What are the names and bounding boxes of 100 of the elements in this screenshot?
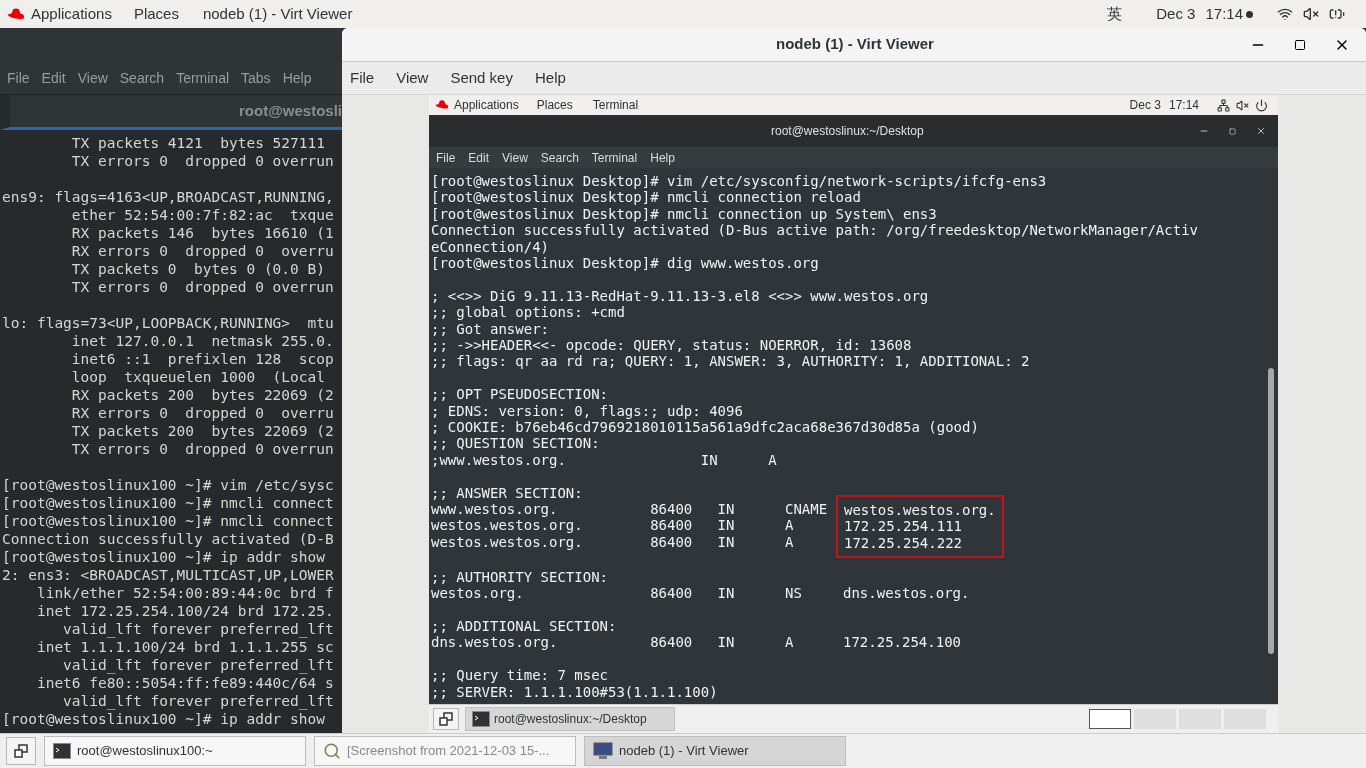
close-icon[interactable] — [1256, 126, 1266, 136]
terminal-line: RX packets 200 bytes 22069 (2 — [70, 386, 334, 404]
applications-menu[interactable]: Applications — [454, 96, 519, 114]
menu-item[interactable]: File — [436, 148, 456, 167]
places-menu[interactable]: Places — [133, 2, 179, 26]
magnifier-icon — [323, 742, 341, 760]
terminal-line: ;; OPT PSEUDOSECTION: — [431, 386, 608, 403]
terminal-line: eConnection/4) — [431, 238, 549, 256]
taskbar-window-button[interactable]: root@westoslinux100:~ — [44, 736, 306, 766]
monitor-icon — [593, 742, 613, 760]
menu-item[interactable]: View — [502, 148, 528, 167]
windows-icon — [14, 744, 28, 758]
workspace-button[interactable] — [1089, 709, 1131, 729]
record-value: 172.25.254.100 — [843, 634, 961, 651]
terminal-line: ens9: flags=4163<UP,BROADCAST,RUNNING, — [2, 188, 334, 206]
terminal-line: ;; global options: +cmd — [431, 304, 625, 321]
volume-muted-icon[interactable] — [1303, 6, 1319, 22]
terminal-line: ;; QUESTION SECTION: — [431, 435, 600, 452]
taskbar-window-button[interactable]: root@westoslinux:~/Desktop — [465, 707, 675, 731]
record-ttl: 86400 — [650, 501, 694, 518]
terminal-line: RX packets 146 bytes 16610 (1 — [70, 224, 334, 242]
show-desktop-button[interactable] — [433, 708, 459, 730]
record-name: westos.westos.org. — [431, 517, 584, 534]
menu-item[interactable]: Terminal — [591, 148, 638, 167]
terminal-line: ;; Query time: 7 msec — [431, 667, 608, 684]
scrollbar-thumb[interactable] — [1268, 368, 1274, 654]
clock-time[interactable]: 17:14 — [1168, 96, 1199, 114]
terminal-line: valid_lft forever preferred_lft — [62, 656, 334, 674]
terminal-line: ;; ->>HEADER<<- opcode: QUERY, status: NOERROR, id: 13608 — [431, 337, 912, 354]
terminal-line: TX packets 0 bytes 0 (0.0 B) — [70, 260, 325, 278]
terminal-line: ;www.westos.org. IN A — [431, 451, 777, 469]
menu-item[interactable]: Search — [540, 148, 579, 167]
record-value: 172.25.254.222 — [844, 534, 962, 552]
menu-item[interactable]: File — [7, 67, 30, 89]
record-ttl: 86400 — [650, 517, 694, 534]
record-class: IN — [717, 634, 736, 651]
maximize-icon[interactable] — [1294, 38, 1306, 51]
show-desktop-button[interactable] — [6, 737, 36, 765]
terminal-line: TX errors 0 dropped 0 overrun — [70, 278, 334, 296]
power-icon[interactable] — [1255, 98, 1268, 112]
terminal-icon — [53, 743, 71, 759]
menu-item[interactable]: Help — [534, 66, 566, 90]
terminal-menu[interactable]: Terminal — [592, 96, 639, 114]
terminal-line: ;; SERVER: 1.1.1.100#53(1.1.1.100) — [431, 683, 718, 700]
menu-item[interactable]: Tabs — [241, 67, 271, 89]
network-icon[interactable] — [1217, 98, 1230, 112]
record-class: IN — [717, 533, 736, 551]
record-ttl: 86400 — [650, 533, 694, 551]
terminal-line: valid_lft forever preferred_lft — [62, 620, 334, 638]
clock-date[interactable]: Dec 3 — [1156, 2, 1196, 26]
terminal-line: ;; flags: qr aa rd ra; QUERY: 1, ANSWER: 3, AUTHORITY: 1, ADDITIONAL: 2 — [431, 353, 1030, 370]
record-ttl: 86400 — [650, 634, 694, 651]
terminal-line: TX errors 0 dropped 0 overrun — [70, 152, 334, 170]
terminal-line: ;; Got answer: — [431, 320, 549, 338]
volume-muted-icon[interactable] — [1236, 98, 1249, 112]
menu-item[interactable]: Search — [119, 67, 165, 89]
terminal-line: inet 127.0.0.1 netmask 255.0. — [70, 332, 334, 350]
terminal-line: loop txqueuelen 1000 (Local — [70, 368, 325, 386]
record-class: IN — [717, 585, 736, 602]
terminal-line: RX errors 0 dropped 0 overru — [70, 404, 334, 422]
menu-item[interactable]: Edit — [468, 148, 490, 167]
terminal-line: link/ether 52:54:00:89:44:0c brd f — [35, 584, 334, 602]
clock-date[interactable]: Dec 3 — [1129, 96, 1161, 114]
menu-item[interactable]: Edit — [41, 67, 66, 89]
record-name: dns.westos.org. — [431, 634, 559, 651]
record-type: NS — [785, 585, 803, 602]
terminal-line: lo: flags=73<UP,LOOPBACK,RUNNING> mtu — [2, 314, 334, 332]
terminal-line: ; <<>> DiG 9.11.13-RedHat-9.11.13-3.el8 <<>> www.westos.org — [431, 287, 929, 305]
menu-item[interactable]: View — [77, 67, 108, 89]
window-title: nodeb (1) - Virt Viewer — [776, 34, 934, 55]
terminal-line: TX packets 4121 bytes 527111 — [70, 134, 325, 152]
terminal-line: inet6 ::1 prefixlen 128 scop — [70, 350, 334, 368]
battery-icon[interactable] — [1329, 6, 1345, 22]
app-name[interactable]: nodeb (1) - Virt Viewer — [202, 2, 353, 26]
terminal-line: TX errors 0 dropped 0 overrun — [70, 440, 334, 458]
hat-logo-icon — [7, 7, 25, 21]
applications-menu[interactable]: Applications — [31, 2, 112, 26]
wifi-icon[interactable] — [1277, 6, 1293, 22]
record-type: A — [785, 634, 795, 651]
terminal-line: RX errors 0 dropped 0 overru — [70, 242, 334, 260]
taskbar-window-button[interactable]: nodeb (1) - Virt Viewer — [584, 736, 846, 766]
terminal-icon — [472, 711, 490, 727]
menu-item[interactable]: View — [396, 66, 429, 90]
record-name: westos.westos.org. — [431, 533, 584, 551]
menu-item[interactable]: Terminal — [176, 67, 230, 89]
terminal-line: [root@westoslinux Desktop]# dig www.westos.org — [431, 255, 819, 272]
places-menu[interactable]: Places — [536, 96, 573, 114]
terminal-line: Connection successfully activated (D-Bus active path: /org/freedesktop/NetworkManager/Activ — [431, 222, 1198, 239]
record-value: westos.westos.org. — [844, 502, 996, 519]
record-type: A — [785, 517, 795, 534]
input-method-indicator[interactable]: 英 — [1107, 2, 1123, 26]
terminal-line: ; COOKIE: b76eb46cd7969218010115a561a9dfc2aca68e367d30d85a (good) — [431, 419, 979, 436]
clock-time[interactable]: 17:14 — [1205, 2, 1243, 26]
menu-item[interactable]: Help — [282, 67, 312, 89]
menu-item[interactable]: File — [350, 66, 375, 90]
menu-item[interactable]: Send key — [450, 66, 513, 90]
terminal-line: [root@westoslinux Desktop]# nmcli connection reload — [431, 189, 861, 206]
terminal-line: valid_lft forever preferred_lft — [62, 692, 334, 710]
menu-item[interactable]: Help — [650, 148, 675, 167]
record-name: westos.org. — [431, 585, 525, 602]
